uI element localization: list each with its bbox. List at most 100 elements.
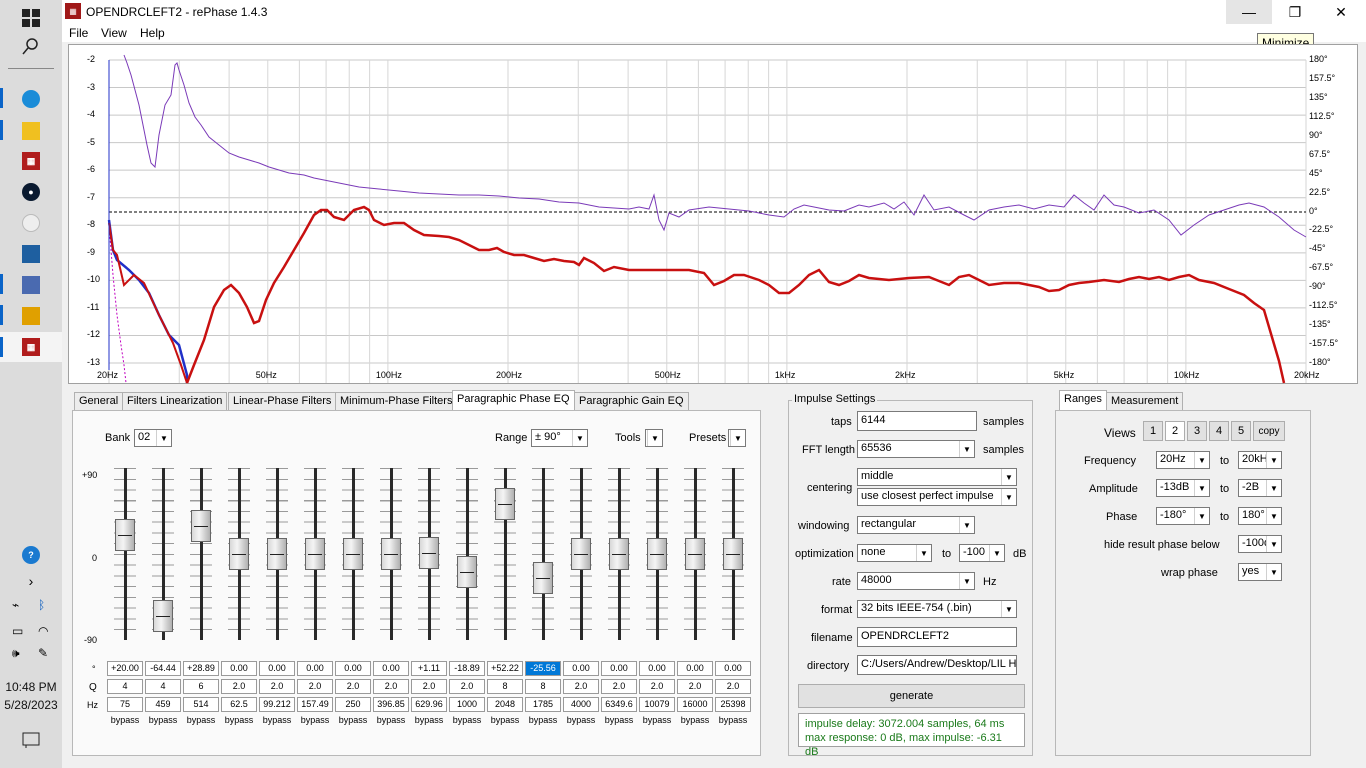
frequency-from-select[interactable]: 20Hz ▼ — [1156, 451, 1210, 469]
view-1-button[interactable]: 1 — [1143, 421, 1163, 441]
phase-slider-thumb[interactable] — [685, 538, 705, 570]
band-phase-input[interactable]: -25.56 — [525, 661, 561, 676]
phase-slider-thumb[interactable] — [229, 538, 249, 570]
slider-track[interactable] — [124, 468, 127, 640]
band-frequency-input[interactable]: 629.96 — [411, 697, 447, 712]
band-phase-input[interactable]: +1.11 — [411, 661, 447, 676]
tab-measurement[interactable]: Measurement — [1106, 392, 1184, 410]
view-5-button[interactable]: 5 — [1231, 421, 1251, 441]
band-q-input[interactable]: 2.0 — [221, 679, 257, 694]
phase-slider-thumb[interactable] — [115, 518, 135, 551]
phase-slider-thumb[interactable] — [153, 599, 173, 632]
phase-slider-thumb[interactable] — [533, 562, 553, 595]
band-bypass-toggle[interactable]: bypass — [410, 715, 448, 725]
band-frequency-input[interactable]: 2048 — [487, 697, 523, 712]
response-plot[interactable]: -2 -3 -4 -5 -6 -7 -8 -9 -10 -11 -12 -13 180° 157.5° 1… — [68, 44, 1358, 384]
slider-track[interactable] — [542, 468, 545, 640]
tab-general[interactable]: General — [74, 392, 124, 410]
phase-slider-thumb[interactable] — [381, 538, 401, 570]
band-phase-input[interactable]: 0.00 — [221, 661, 257, 676]
band-bypass-toggle[interactable]: bypass — [448, 715, 486, 725]
phase-from-select[interactable]: -180° ▼ — [1156, 507, 1210, 525]
band-phase-input[interactable]: 0.00 — [601, 661, 637, 676]
taskbar-cd[interactable] — [14, 209, 48, 237]
taskbar-edge[interactable] — [14, 85, 48, 113]
taps-input[interactable]: 6144 — [857, 411, 977, 431]
band-frequency-input[interactable]: 6349.6 — [601, 697, 637, 712]
band-frequency-input[interactable]: 75 — [107, 697, 143, 712]
band-bypass-toggle[interactable]: bypass — [372, 715, 410, 725]
phase-slider-thumb[interactable] — [609, 538, 629, 570]
band-q-input[interactable]: 8 — [487, 679, 523, 694]
band-phase-input[interactable]: +52.22 — [487, 661, 523, 676]
usb-icon[interactable]: ⌁ — [12, 598, 19, 612]
band-phase-input[interactable]: 0.00 — [373, 661, 409, 676]
generate-button[interactable]: generate — [798, 684, 1025, 708]
band-phase-input[interactable]: -18.89 — [449, 661, 485, 676]
battery-icon[interactable]: ▭ — [12, 624, 23, 638]
taskbar-vs[interactable] — [14, 302, 48, 330]
band-q-input[interactable]: 8 — [525, 679, 561, 694]
clock-date[interactable]: 5/28/2023 — [0, 698, 62, 712]
band-phase-input[interactable]: 0.00 — [297, 661, 333, 676]
search-button[interactable] — [14, 32, 48, 60]
notification-button[interactable] — [14, 726, 48, 754]
show-hidden-icons[interactable]: › — [14, 567, 48, 595]
tools-menu-button[interactable]: ▼ — [645, 429, 663, 447]
taskbar-media[interactable]: ● — [14, 178, 48, 206]
amplitude-to-select[interactable]: -2B ▼ — [1238, 479, 1282, 497]
optimization-db-select[interactable]: -100 ▼ — [959, 544, 1005, 562]
help-tray-button[interactable]: ? — [14, 541, 48, 569]
tab-ranges[interactable]: Ranges — [1059, 390, 1107, 411]
band-q-input[interactable]: 2.0 — [373, 679, 409, 694]
phase-slider-thumb[interactable] — [419, 536, 439, 569]
slider-track[interactable] — [200, 468, 203, 640]
band-q-input[interactable]: 2.0 — [297, 679, 333, 694]
rate-select[interactable]: 48000 ▼ — [857, 572, 975, 590]
wifi-icon[interactable]: ◠ — [38, 624, 48, 638]
tab-paragraphic-gain-eq[interactable]: Paragraphic Gain EQ — [574, 392, 689, 410]
band-frequency-input[interactable]: 16000 — [677, 697, 713, 712]
band-frequency-input[interactable]: 157.49 — [297, 697, 333, 712]
phase-slider-thumb[interactable] — [305, 538, 325, 570]
menu-view[interactable]: View — [101, 26, 127, 40]
tab-linear-phase-filters[interactable]: Linear-Phase Filters — [228, 392, 337, 410]
phase-slider-thumb[interactable] — [495, 488, 515, 521]
menu-file[interactable]: File — [69, 26, 88, 40]
band-phase-input[interactable]: 0.00 — [335, 661, 371, 676]
band-phase-input[interactable]: 0.00 — [639, 661, 675, 676]
band-bypass-toggle[interactable]: bypass — [220, 715, 258, 725]
directory-input[interactable]: C:/Users/Andrew/Desktop/LIL H — [857, 655, 1017, 675]
band-bypass-toggle[interactable]: bypass — [296, 715, 334, 725]
band-q-input[interactable]: 2.0 — [259, 679, 295, 694]
copy-view-button[interactable]: copy — [1253, 421, 1285, 441]
band-frequency-input[interactable]: 25398 — [715, 697, 751, 712]
volume-icon[interactable]: 🕪 — [12, 646, 20, 661]
band-bypass-toggle[interactable]: bypass — [486, 715, 524, 725]
band-bypass-toggle[interactable]: bypass — [106, 715, 144, 725]
band-frequency-input[interactable]: 396.85 — [373, 697, 409, 712]
amplitude-from-select[interactable]: -13dB ▼ — [1156, 479, 1210, 497]
view-2-button[interactable]: 2 — [1165, 421, 1185, 441]
band-bypass-toggle[interactable]: bypass — [562, 715, 600, 725]
band-phase-input[interactable]: +20.00 — [107, 661, 143, 676]
phase-slider-thumb[interactable] — [457, 556, 477, 589]
band-q-input[interactable]: 2.0 — [563, 679, 599, 694]
slider-track[interactable] — [466, 468, 469, 640]
band-frequency-input[interactable]: 1000 — [449, 697, 485, 712]
range-select[interactable]: ± 90° ▼ — [531, 429, 588, 447]
band-bypass-toggle[interactable]: bypass — [524, 715, 562, 725]
band-bypass-toggle[interactable]: bypass — [600, 715, 638, 725]
menu-help[interactable]: Help — [140, 26, 165, 40]
pen-icon[interactable]: ✎ — [38, 646, 48, 660]
band-q-input[interactable]: 6 — [183, 679, 219, 694]
minimize-button[interactable]: — — [1226, 0, 1272, 24]
close-button[interactable]: ✕ — [1318, 0, 1364, 24]
taskbar-rephase[interactable]: ▦ — [14, 147, 48, 175]
band-bypass-toggle[interactable]: bypass — [714, 715, 752, 725]
phase-slider-thumb[interactable] — [723, 538, 743, 570]
clock-time[interactable]: 10:48 PM — [0, 680, 62, 694]
band-phase-input[interactable]: 0.00 — [563, 661, 599, 676]
presets-menu-button[interactable]: ▼ — [728, 429, 746, 447]
phase-slider-thumb[interactable] — [191, 510, 211, 543]
